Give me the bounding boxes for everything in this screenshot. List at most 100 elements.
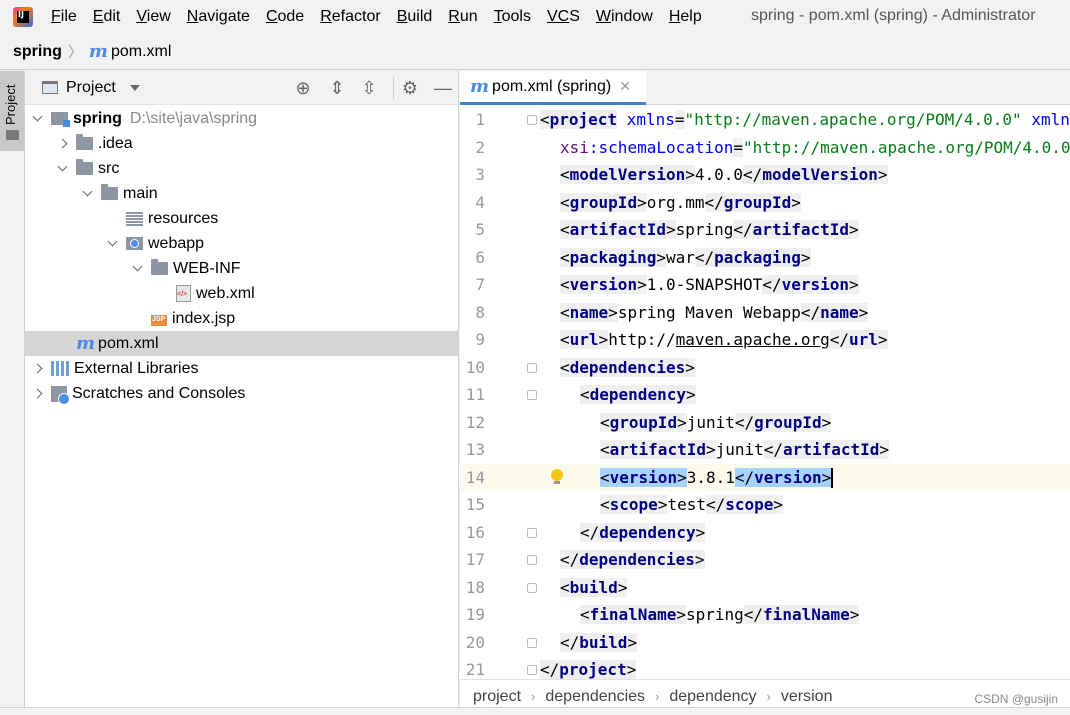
code-line[interactable]: <url>http://maven.apache.org</url> [460,326,1070,353]
tree-item-src[interactable]: src [25,156,459,181]
menu-window[interactable]: Window [596,8,653,26]
project-panel-title[interactable]: Project [66,79,116,97]
code-line[interactable]: <scope>test</scope> [460,491,1070,518]
xml-bracket: < [600,412,610,432]
chevron-down-icon[interactable] [81,187,95,201]
code-line[interactable]: <version>3.8.1</version> [460,463,1070,491]
fold-marker-icon[interactable] [527,665,537,675]
intellij-logo-icon: IJ [13,7,33,27]
web-folder-icon [126,237,143,250]
tree-item-pom-xml[interactable]: m pom.xml [25,331,459,356]
jsp-file-icon [151,315,167,326]
code-line[interactable]: </build> [460,629,1070,656]
close-icon[interactable]: ✕ [619,78,631,95]
code-line[interactable]: </dependency> [460,519,1070,546]
tree-item-webapp[interactable]: webapp [25,231,459,256]
menu-view[interactable]: View [136,8,170,26]
collapse-all-icon[interactable]: ⇳ [359,78,379,98]
menu-run[interactable]: Run [448,8,477,26]
fold-marker-icon[interactable] [527,390,537,400]
chevron-right-icon[interactable] [31,362,45,376]
xml-bracket: < [560,192,570,212]
tree-item-web-inf[interactable]: WEB-INF [25,256,459,281]
tree-item-web-xml[interactable]: web.xml [25,281,459,306]
code-line[interactable]: <groupId>org.mm</groupId> [460,189,1070,216]
menu-navigate[interactable]: Navigate [187,8,250,26]
xml-tag-name: packaging [714,247,801,267]
menu-bar: IJ File Edit View Navigate Code Refactor Build… [0,0,1070,34]
fold-marker-icon[interactable] [527,527,537,538]
breadcrumb-project[interactable]: project [473,688,521,706]
menu-refactor[interactable]: Refactor [320,8,380,26]
project-panel: Project ⊕ ⇕ ⇳ ⚙ — spring D:\site\java\spr… [25,71,459,715]
xml-bracket: < [560,275,570,294]
xml-tag-name: packaging [569,247,657,267]
code-area[interactable]: <project xmlns="http://maven.apache.org/… [460,106,1070,683]
nav-project-crumb[interactable]: spring [13,43,62,61]
xml-tag-name: scope [725,495,774,514]
tree-item-index-jsp[interactable]: index.jsp [25,306,459,331]
breadcrumb-dependency[interactable]: dependency [669,688,756,706]
nav-file-crumb[interactable]: pom.xml [111,43,171,61]
menu-build[interactable]: Build [397,8,433,26]
line-number: 6 [475,247,485,267]
tree-item-resources[interactable]: resources [25,206,459,231]
menu-file[interactable]: File [51,8,77,26]
fold-marker-icon[interactable] [527,362,537,373]
tab-pom-xml[interactable]: m pom.xml (spring) ✕ [460,71,646,105]
xml-bracket: > [676,605,686,624]
code-line[interactable]: xsi:schemaLocation="http://maven.apache.… [460,134,1070,161]
code-line[interactable]: <dependencies> [460,354,1070,381]
expand-all-icon[interactable]: ⇕ [327,78,347,98]
code-line[interactable]: <dependency> [460,381,1070,408]
code-line[interactable]: <project xmlns="http://maven.apache.org/… [460,106,1070,133]
xml-tag-name: name [820,302,859,322]
code-line[interactable]: <modelVersion>4.0.0</modelVersion> [460,161,1070,188]
menu-vcs[interactable]: VCS [547,8,580,26]
xml-bracket: > [617,577,628,597]
line-number: 19 [465,605,485,624]
menu-edit[interactable]: Edit [93,8,121,26]
menu-tools[interactable]: Tools [494,8,531,26]
chevron-down-icon[interactable] [129,84,140,91]
gear-icon[interactable]: ⚙ [400,78,420,98]
xml-bracket: </ [694,247,715,267]
menu-help[interactable]: Help [669,8,702,26]
fold-marker-icon[interactable] [527,115,537,125]
breadcrumb-version[interactable]: version [781,688,833,706]
chevron-down-icon[interactable] [106,237,120,251]
xml-text: spring [675,220,734,239]
code-line[interactable]: <groupId>junit</groupId> [460,409,1070,436]
fold-marker-icon[interactable] [527,555,537,565]
fold-marker-icon[interactable] [527,582,537,593]
code-line[interactable]: <build> [460,574,1070,601]
editor: m pom.xml (spring) ✕ <project xmlns="htt… [460,71,1070,715]
code-line[interactable]: <finalName>spring</finalName> [460,601,1070,628]
code-line[interactable]: <packaging>war</packaging> [460,244,1070,271]
chevron-down-icon[interactable] [56,162,70,176]
code-line-text: <artifactId>spring</artifactId> [560,216,859,243]
fold-marker-icon[interactable] [527,637,537,648]
line-number: 2 [475,137,485,157]
tree-item-scratches-and-consoles[interactable]: Scratches and Consoles [25,381,459,406]
tree-item-spring[interactable]: spring D:\site\java\spring [25,106,459,131]
tree-item-external-libraries[interactable]: External Libraries [25,356,459,381]
code-line[interactable]: <artifactId>junit</artifactId> [460,436,1070,463]
line-number: 10 [465,357,485,377]
project-tool-window-button[interactable]: Project [0,71,24,151]
tree-item-idea[interactable]: .idea [25,131,459,156]
chevron-right-icon[interactable] [31,387,45,401]
intention-bulb-icon[interactable] [551,468,563,485]
chevron-down-icon[interactable] [131,262,145,276]
code-line[interactable]: <artifactId>spring</artifactId> [460,216,1070,243]
code-line[interactable]: </dependencies> [460,546,1070,573]
tree-item-main[interactable]: main [25,181,459,206]
menu-code[interactable]: Code [266,8,304,26]
hide-panel-icon[interactable]: — [433,78,453,98]
locate-target-icon[interactable]: ⊕ [293,78,313,98]
chevron-right-icon[interactable] [56,137,70,151]
chevron-down-icon[interactable] [31,112,45,126]
code-line[interactable]: <version>1.0-SNAPSHOT</version> [460,271,1070,298]
breadcrumb-dependencies[interactable]: dependencies [545,688,645,706]
code-line[interactable]: <name>spring Maven Webapp</name> [460,299,1070,326]
